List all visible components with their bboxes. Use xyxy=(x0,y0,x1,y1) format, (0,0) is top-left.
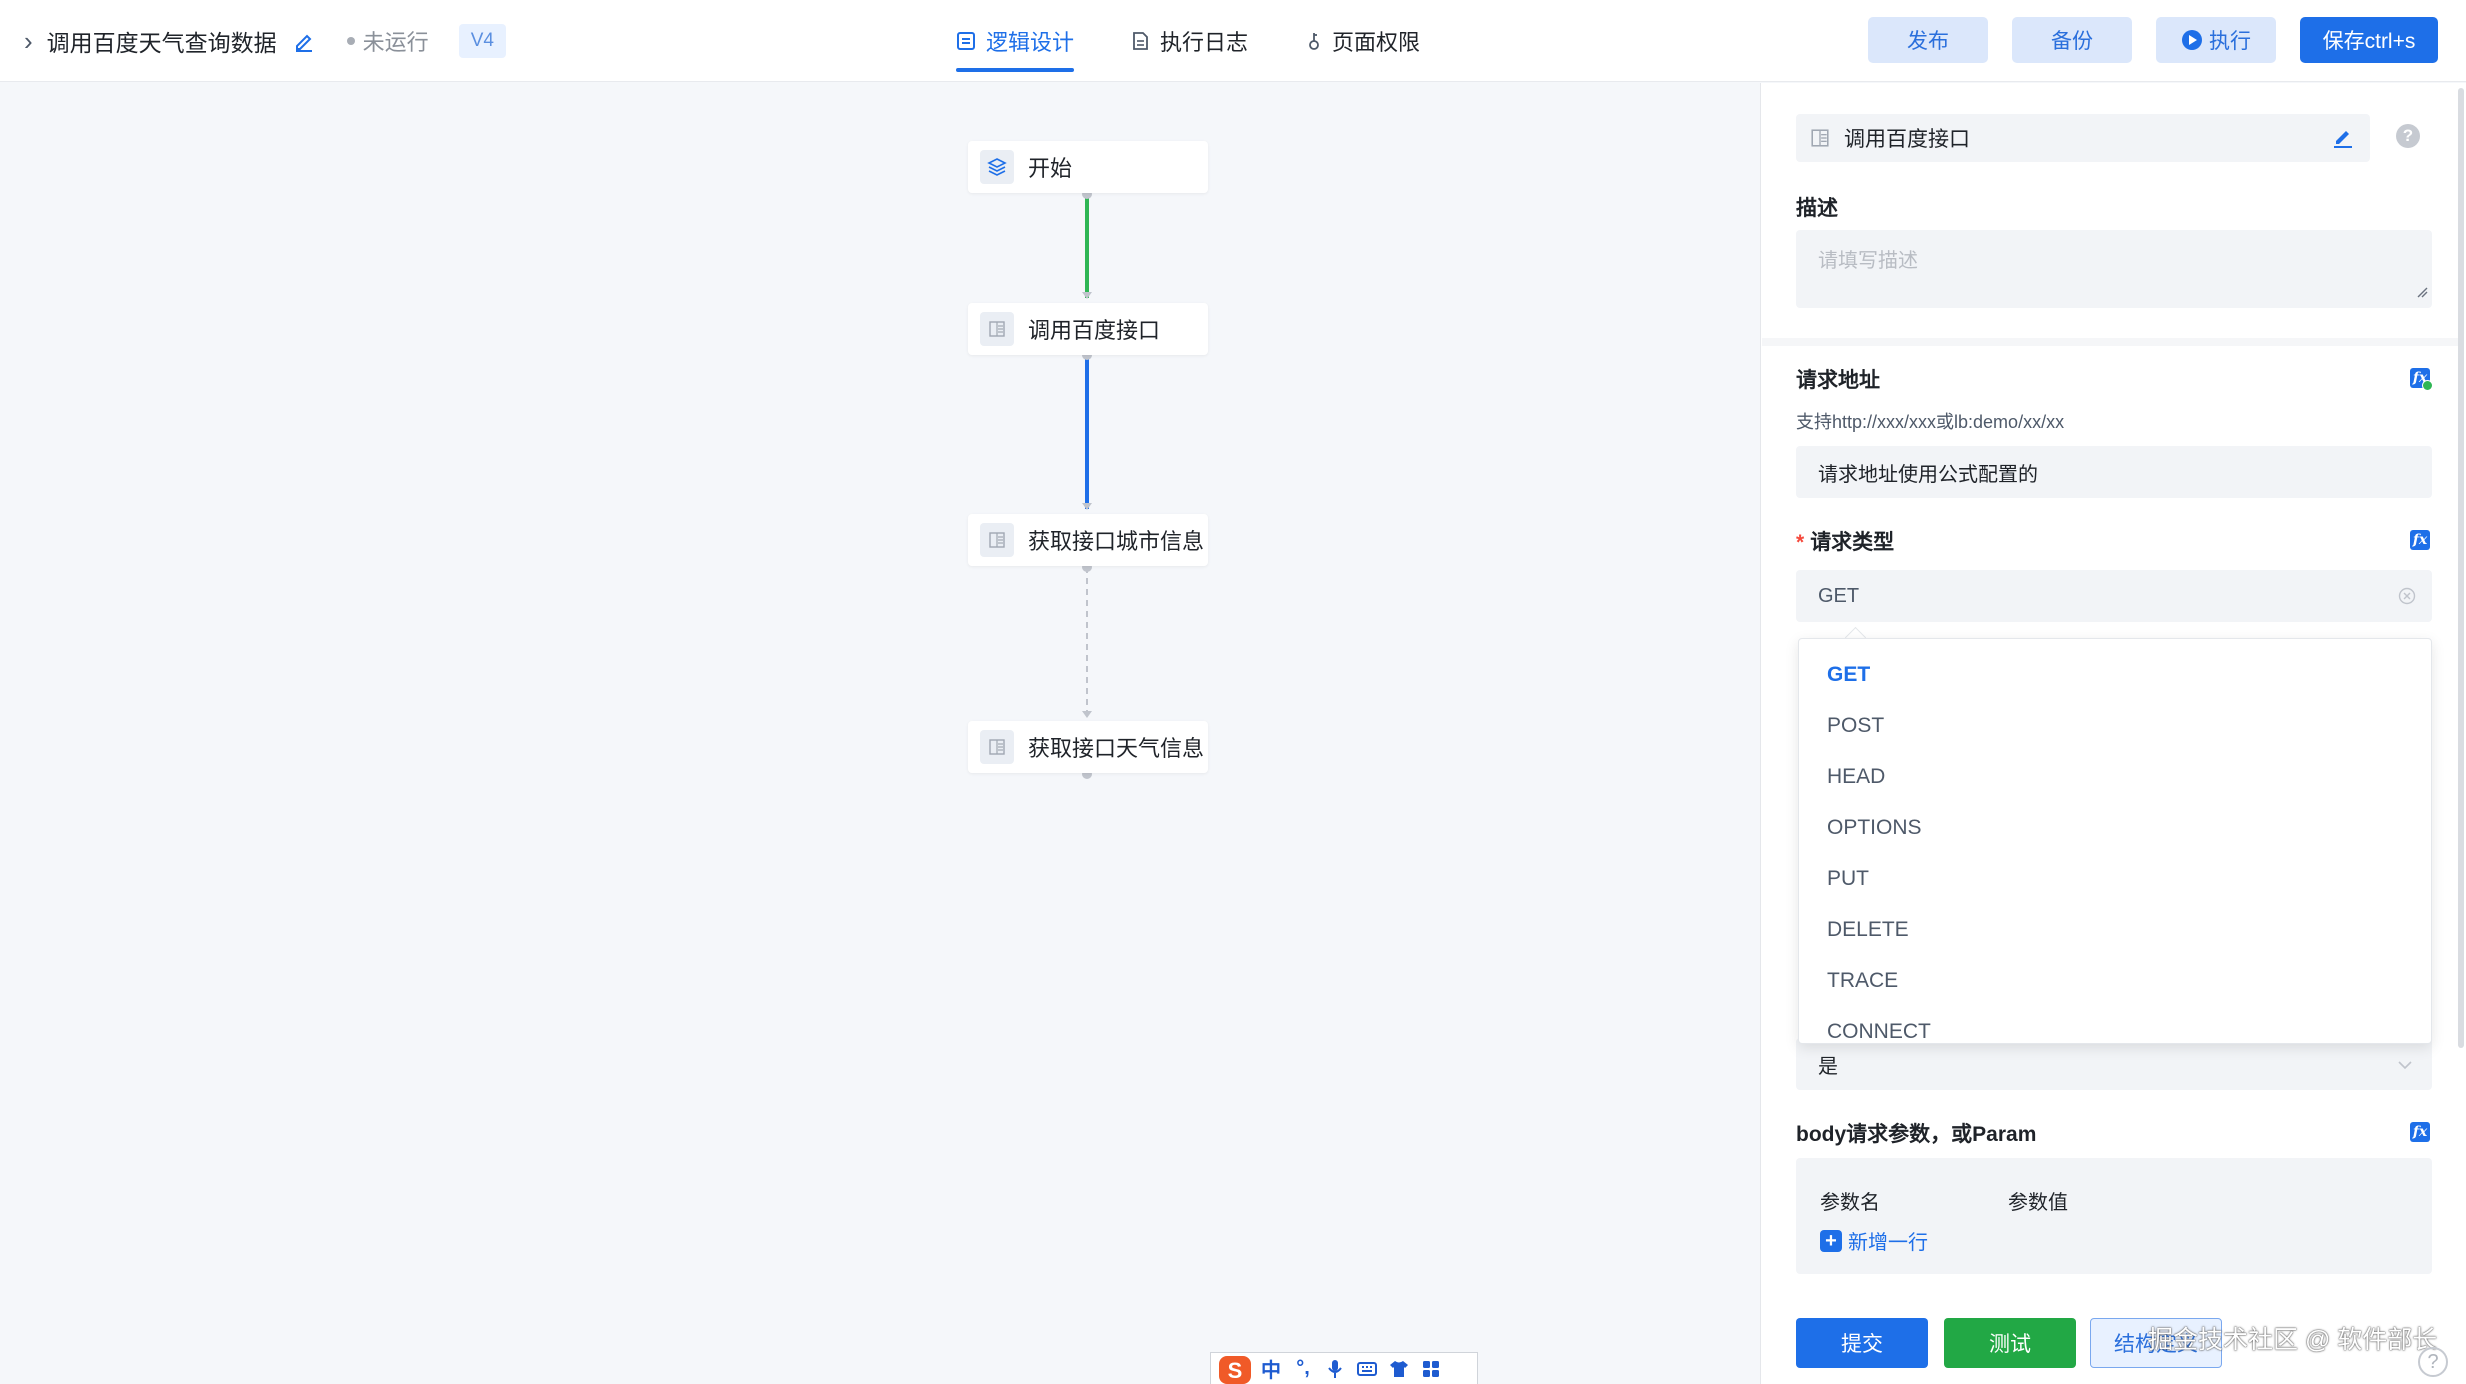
help-icon[interactable]: ? xyxy=(2396,124,2420,148)
version-badge: V4 xyxy=(458,24,506,58)
page-title: 调用百度天气查询数据 xyxy=(46,30,277,56)
tab-execution-log-label: 执行日志 xyxy=(1160,30,1249,55)
api-node-icon xyxy=(980,312,1014,346)
flow-node-get-weather-info[interactable]: 获取接口天气信息 xyxy=(968,721,1208,773)
method-option-trace[interactable]: TRACE xyxy=(1799,955,2431,1006)
method-option-options[interactable]: OPTIONS xyxy=(1799,802,2431,853)
tab-page-permission-label: 页面权限 xyxy=(1332,30,1421,55)
request-url-input[interactable]: 请求地址使用公式配置的 xyxy=(1796,446,2432,498)
backup-button[interactable]: 备份 xyxy=(2012,17,2132,63)
svg-text:S: S xyxy=(1228,1358,1243,1383)
flow-node-label: 获取接口城市信息 xyxy=(1028,529,1205,554)
chevron-down-icon xyxy=(2396,1056,2414,1080)
request-url-label: 请求地址 xyxy=(1796,369,1880,392)
top-header: › 调用百度天气查询数据 未运行 V4 逻辑设计 执行日志 页面权限 发布 备份… xyxy=(0,0,2466,82)
flow-node-start[interactable]: 开始 xyxy=(968,141,1208,193)
request-method-dropdown: GET POST HEAD OPTIONS PUT DELETE TRACE C… xyxy=(1798,638,2432,1044)
api-node-icon xyxy=(980,730,1014,764)
run-button-label: 执行 xyxy=(2209,30,2251,53)
description-label: 描述 xyxy=(1796,197,1838,220)
method-option-delete[interactable]: DELETE xyxy=(1799,904,2431,955)
run-status-text: 未运行 xyxy=(362,30,429,55)
node-name-field[interactable]: 调用百度接口 xyxy=(1796,114,2370,162)
add-row-label: 新增一行 xyxy=(1848,1232,1928,1254)
tab-logic-design[interactable]: 逻辑设计 xyxy=(956,0,1075,82)
api-node-icon xyxy=(1810,128,1830,148)
body-params-label: body请求参数，或Param xyxy=(1796,1123,2037,1146)
param-name-header: 参数名 xyxy=(1820,1192,1880,1214)
active-tab-indicator xyxy=(956,68,1075,72)
publish-button[interactable]: 发布 xyxy=(1868,17,1988,63)
formula-fx-icon[interactable]: fx xyxy=(2410,1122,2430,1142)
flow-node-call-baidu-api[interactable]: 调用百度接口 xyxy=(968,303,1208,355)
resize-handle-icon[interactable] xyxy=(2416,281,2428,304)
method-option-head[interactable]: HEAD xyxy=(1799,751,2431,802)
document-icon xyxy=(1130,31,1150,51)
method-option-connect[interactable]: CONNECT xyxy=(1799,1006,2431,1043)
submit-button[interactable]: 提交 xyxy=(1796,1318,1928,1368)
method-option-get[interactable]: GET xyxy=(1799,649,2431,700)
formula-active-dot xyxy=(2422,380,2433,391)
boolean-select-value: 是 xyxy=(1818,1055,1838,1078)
formula-fx-icon[interactable]: fx xyxy=(2410,530,2430,550)
request-method-label: * 请求类型 xyxy=(1796,526,1894,556)
play-icon xyxy=(2181,29,2203,51)
flow-node-label: 调用百度接口 xyxy=(1028,318,1161,343)
request-url-hint: 支持http://xxx/xxx或lb:demo/xx/xx xyxy=(1796,412,2065,432)
run-button[interactable]: 执行 xyxy=(2156,17,2276,63)
method-option-put[interactable]: PUT xyxy=(1799,853,2431,904)
skin-shirt-icon[interactable] xyxy=(1383,1360,1415,1378)
help-circle-icon[interactable]: ? xyxy=(2418,1347,2448,1377)
edit-title-icon[interactable] xyxy=(293,30,315,52)
node-name-text: 调用百度接口 xyxy=(1844,128,1970,151)
request-method-label-text: 请求类型 xyxy=(1810,531,1895,554)
ime-chinese-mode[interactable]: 中 xyxy=(1255,1354,1287,1383)
watermark-text: 掘金技术社区 @ 软件部长 xyxy=(2148,1326,2438,1354)
description-textarea[interactable]: 请填写描述 xyxy=(1796,230,2432,308)
panel-scrollbar[interactable] xyxy=(2458,88,2464,1048)
microphone-icon[interactable] xyxy=(1319,1359,1351,1379)
flow-canvas[interactable]: 开始 调用百度接口 获取接口城市信息 获取接口天气信息 xyxy=(0,83,1758,1384)
flow-node-label: 获取接口天气信息 xyxy=(1028,736,1205,761)
tab-page-permission[interactable]: 页面权限 xyxy=(1306,0,1420,82)
params-table: 参数名 参数值 + 新增一行 xyxy=(1796,1158,2432,1274)
ime-toolbar[interactable]: S 中 °, xyxy=(1210,1352,1478,1384)
run-status: 未运行 xyxy=(346,25,429,57)
param-value-header: 参数值 xyxy=(2008,1192,2068,1214)
dropdown-options: GET POST HEAD OPTIONS PUT DELETE TRACE C… xyxy=(1799,639,2431,1043)
plus-icon: + xyxy=(1820,1229,1842,1252)
request-method-value: GET xyxy=(1818,584,1860,607)
description-placeholder: 请填写描述 xyxy=(1818,250,1918,272)
logic-design-icon xyxy=(956,31,976,51)
keyboard-icon[interactable] xyxy=(1351,1361,1383,1377)
toolbox-grid-icon[interactable] xyxy=(1415,1360,1447,1378)
section-divider xyxy=(1762,338,2458,346)
request-method-select[interactable]: GET xyxy=(1796,570,2432,622)
formula-fx-icon[interactable]: fx xyxy=(2410,368,2433,391)
required-asterisk: * xyxy=(1796,531,1805,554)
status-dot-icon xyxy=(346,37,355,45)
punctuation-icon[interactable]: °, xyxy=(1287,1357,1319,1380)
flow-node-get-city-info[interactable]: 获取接口城市信息 xyxy=(968,514,1208,566)
add-row-button[interactable]: + 新增一行 xyxy=(1820,1226,1928,1255)
flow-node-label: 开始 xyxy=(1028,156,1073,181)
sogou-logo-icon[interactable]: S xyxy=(1215,1354,1255,1384)
chevron-right-icon[interactable]: › xyxy=(24,26,33,57)
test-button[interactable]: 测试 xyxy=(1944,1318,2076,1368)
tab-execution-log[interactable]: 执行日志 xyxy=(1130,0,1248,82)
boolean-select[interactable]: 是 xyxy=(1796,1038,2432,1090)
flow-edges xyxy=(1082,189,1092,779)
edit-node-name-icon[interactable] xyxy=(2332,126,2354,153)
header-left: › 调用百度天气查询数据 未运行 V4 xyxy=(24,0,506,82)
api-node-icon xyxy=(980,523,1014,557)
tab-logic-design-label: 逻辑设计 xyxy=(986,30,1075,55)
key-icon xyxy=(1306,31,1322,51)
layers-icon xyxy=(980,150,1014,184)
clear-icon[interactable] xyxy=(2398,587,2416,611)
save-button[interactable]: 保存ctrl+s xyxy=(2300,17,2438,63)
method-option-post[interactable]: POST xyxy=(1799,700,2431,751)
